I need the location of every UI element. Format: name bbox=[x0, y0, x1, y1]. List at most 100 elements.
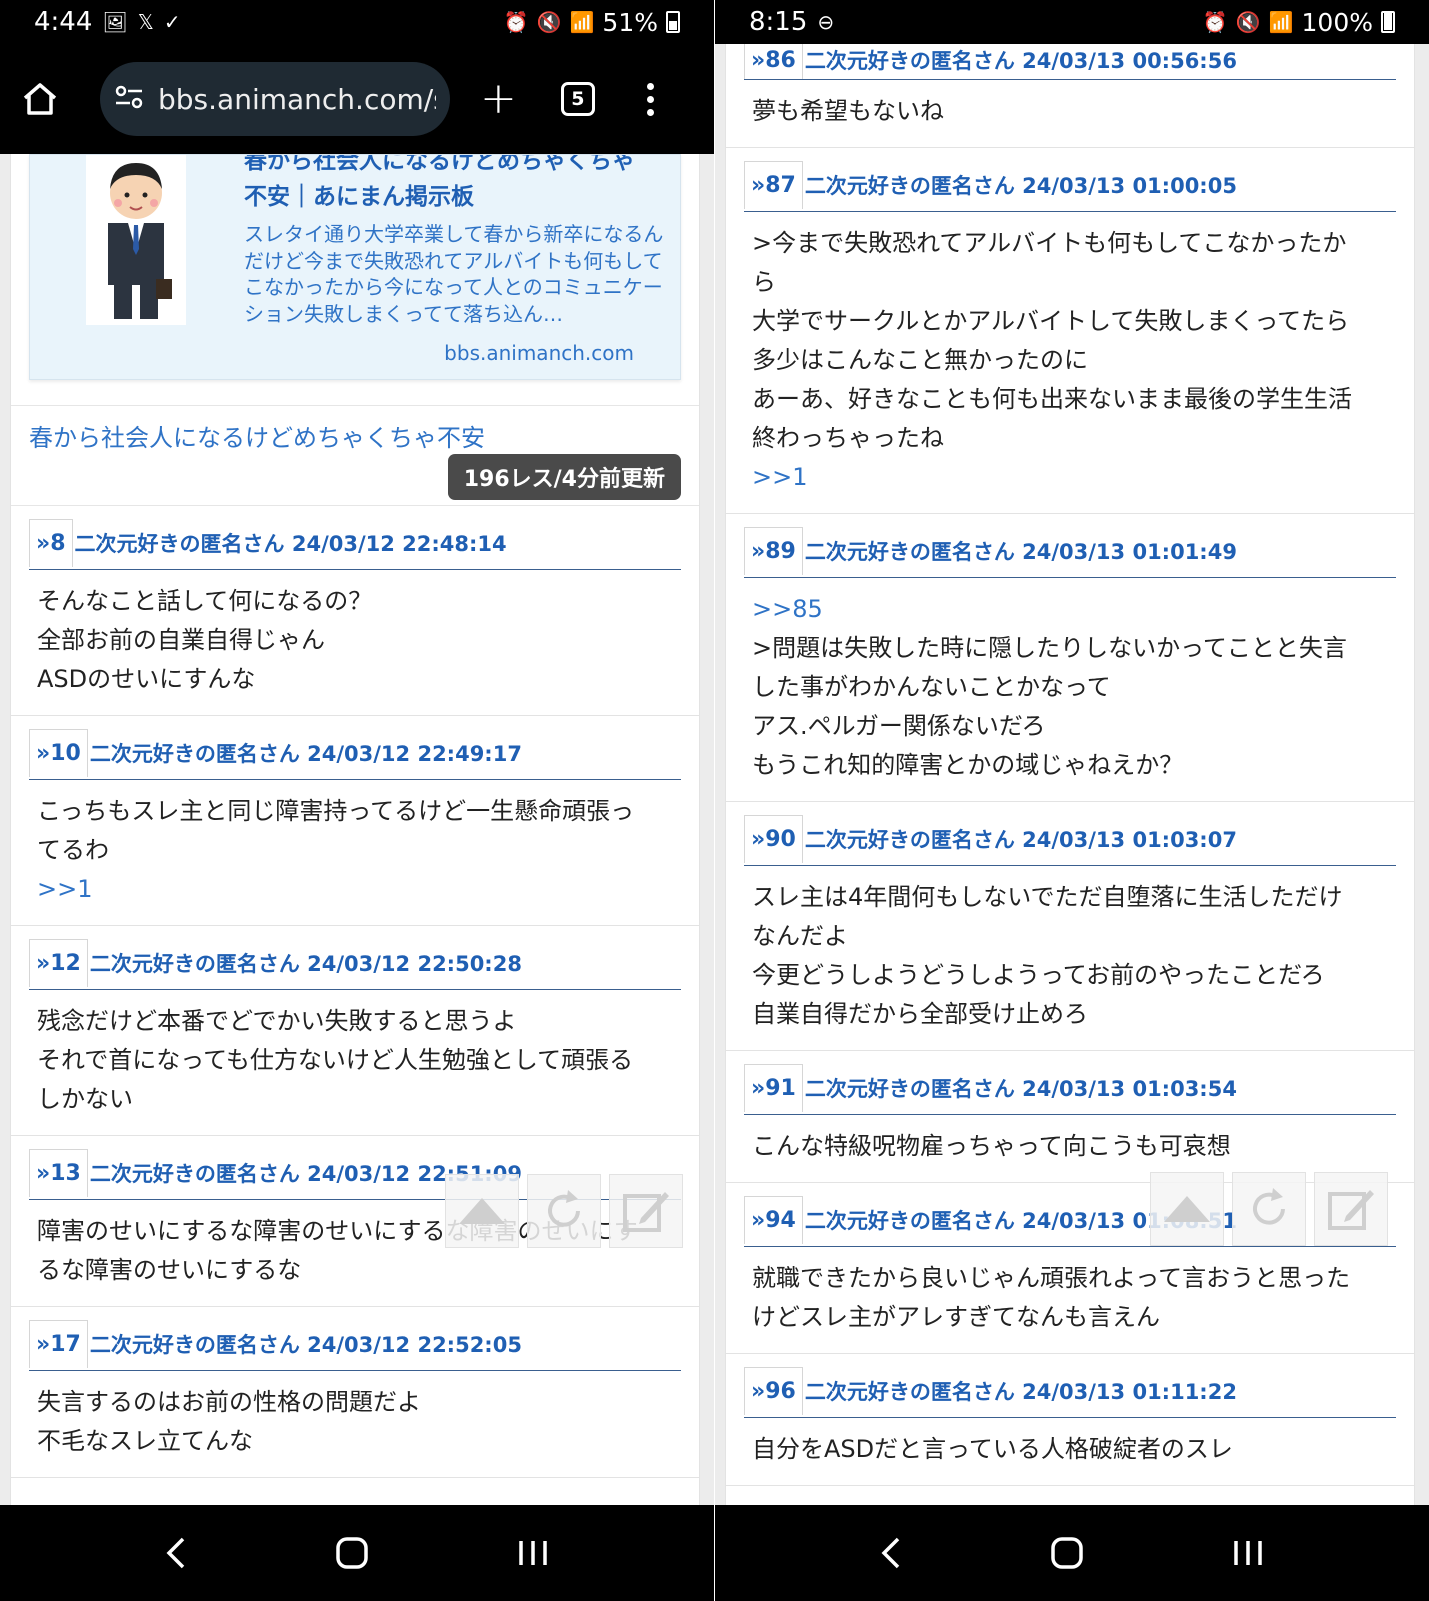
link-card-title[interactable]: 春から社会人になるけどめちゃくちゃ 不安｜あにまん掲示板 bbox=[244, 155, 670, 215]
post-body: スレ主は4年間何もしないでただ自堕落に生活しただけ なんだよ 今更どうしようどうしよ… bbox=[744, 866, 1396, 1036]
reload-button[interactable] bbox=[1232, 1172, 1306, 1246]
post-text-line: 夢も希望もないね bbox=[752, 97, 944, 125]
home-nav-icon[interactable] bbox=[1047, 1533, 1087, 1573]
post-header: »86 二次元好きの匿名さん 24/03/13 00:56:56 bbox=[744, 44, 1396, 80]
back-icon[interactable] bbox=[161, 1533, 191, 1573]
status-bar: 4:44 🖼 𝕏 ✓ ⏰ 🔇 📶 51% bbox=[0, 0, 714, 44]
mute-icon: 🔇 bbox=[536, 10, 562, 34]
status-time: 8:15 bbox=[749, 7, 808, 37]
alarm-icon: ⏰ bbox=[1202, 10, 1228, 34]
post-text-line: 残念だけど本番でどでかい失敗すると思うよ bbox=[37, 1007, 517, 1035]
post-text-line: 自分をASDだと言っている人格破綻者のスレ bbox=[752, 1435, 1233, 1463]
reload-icon bbox=[548, 1190, 580, 1227]
edit-icon bbox=[1328, 1190, 1374, 1230]
post-text-line: 全部お前の自業自得じゃん bbox=[37, 626, 325, 654]
post-text-line: それで首になっても仕方ないけど人生勉強として頑張る bbox=[37, 1046, 634, 1074]
post-author-date: 二次元好きの匿名さん 24/03/12 22:48:14 bbox=[74, 531, 507, 556]
post-number-link[interactable]: »8 bbox=[29, 518, 73, 567]
status-bar: 8:15 ⊖ ⏰ 🔇 📶 100% bbox=[715, 0, 1429, 44]
compose-button[interactable] bbox=[1314, 1172, 1388, 1246]
post: »87 二次元好きの匿名さん 24/03/13 01:00:05 >今まで失敗恐れて… bbox=[726, 148, 1414, 514]
post-author-date: 二次元好きの匿名さん 24/03/13 01:03:54 bbox=[804, 1076, 1237, 1101]
android-nav-bar bbox=[0, 1505, 714, 1601]
post-number-link[interactable]: »89 bbox=[744, 526, 803, 575]
post-text-line: あーあ、好きなことも何も出来ないまま最後の学生生活 bbox=[752, 385, 1352, 413]
post-author-date: 二次元好きの匿名さん 24/03/12 22:50:28 bbox=[89, 951, 522, 976]
post-author-date: 二次元好きの匿名さん 24/03/13 01:11:22 bbox=[804, 1379, 1237, 1404]
post-body: そんなこと話して何になるの？ 全部お前の自業自得じゃん ASDのせいにすんな bbox=[29, 570, 681, 701]
scroll-top-button[interactable] bbox=[1150, 1172, 1224, 1246]
post-number-link[interactable]: »87 bbox=[744, 160, 803, 209]
post-text-line: 就職できたから良いじゃん頑張れよって言おうと思った bbox=[752, 1264, 1351, 1292]
link-card-description: スレタイ通り大学卒業して春から新卒になるんだけど今まで失敗恐れてアルバイトも何も… bbox=[244, 222, 664, 326]
thread-title-link[interactable]: 春から社会人になるけどめちゃくちゃ不安 bbox=[29, 418, 485, 453]
address-bar[interactable]: bbs.animanch.com/s bbox=[100, 62, 450, 136]
post-text-line: ら bbox=[752, 268, 776, 296]
url-text[interactable]: bbs.animanch.com/s bbox=[158, 83, 436, 116]
post-list: »8 二次元好きの匿名さん 24/03/12 22:48:14 そんなこと話して何に… bbox=[11, 506, 699, 1478]
post-body: 就職できたから良いじゃん頑張れよって言おうと思った けどスレ主がアレすぎてなんも言… bbox=[744, 1247, 1396, 1339]
post-text-line: 失言するのはお前の性格の問題だよ bbox=[37, 1388, 421, 1416]
post-author-date: 二次元好きの匿名さん 24/03/12 22:52:05 bbox=[89, 1332, 522, 1357]
post-text-line: 大学でサークルとかアルバイトして失敗しまくってたら bbox=[752, 307, 1350, 335]
reply-anchor-link[interactable]: >>85 bbox=[752, 590, 1388, 629]
post-number-link[interactable]: »13 bbox=[29, 1148, 88, 1197]
link-card-domain: bbs.animanch.com bbox=[444, 341, 634, 365]
reload-icon bbox=[1253, 1188, 1285, 1225]
post-text-line: 不毛なスレ立てんな bbox=[37, 1427, 253, 1455]
post-body: 夢も希望もないね bbox=[744, 80, 1396, 133]
post-text-line: ASDのせいにすんな bbox=[37, 665, 256, 693]
scroll-top-button[interactable] bbox=[445, 1174, 519, 1248]
post-number-link[interactable]: »96 bbox=[744, 1366, 803, 1415]
post-number-link[interactable]: »86 bbox=[744, 44, 803, 79]
post-number-link[interactable]: »94 bbox=[744, 1195, 803, 1244]
post: »94 二次元好きの匿名さん 24/03/13 01:08:51 就職できたから良い… bbox=[726, 1183, 1414, 1354]
post-number-link[interactable]: »10 bbox=[29, 728, 88, 777]
more-menu-icon[interactable] bbox=[646, 82, 654, 116]
recents-icon[interactable] bbox=[513, 1533, 553, 1573]
arrow-up-icon bbox=[459, 1198, 505, 1224]
tab-switcher-button[interactable]: 5 bbox=[560, 82, 595, 116]
post-header: »96 二次元好きの匿名さん 24/03/13 01:11:22 bbox=[744, 1366, 1396, 1418]
post-text-line: こんな特級呪物雇っちゃって向こうも可哀想 bbox=[752, 1132, 1231, 1160]
businessman-thumbnail bbox=[86, 155, 186, 325]
home-nav-icon[interactable] bbox=[332, 1533, 372, 1573]
status-time: 4:44 bbox=[34, 7, 93, 37]
back-icon[interactable] bbox=[876, 1533, 906, 1573]
post-text-line: もうこれ知的障害とかの域じゃねえか？ bbox=[752, 751, 1184, 779]
post-text-line: 多少はこんなこと無かったのに bbox=[752, 346, 1088, 374]
post-number-link[interactable]: »17 bbox=[29, 1319, 88, 1368]
compose-button[interactable] bbox=[609, 1174, 683, 1248]
post-author-date: 二次元好きの匿名さん 24/03/13 00:56:56 bbox=[804, 48, 1237, 73]
post: »91 二次元好きの匿名さん 24/03/13 01:03:54 こんな特級呪物雇っ… bbox=[726, 1051, 1414, 1183]
post: »12 二次元好きの匿名さん 24/03/12 22:50:28 残念だけど本番でど… bbox=[11, 926, 699, 1136]
post-text-line: スレ主は4年間何もしないでただ自堕落に生活しただけ bbox=[752, 883, 1343, 911]
post-body: 失言するのはお前の性格の問題だよ 不毛なスレ立てんな bbox=[29, 1371, 681, 1463]
post-number-link[interactable]: »90 bbox=[744, 814, 803, 863]
post: »89 二次元好きの匿名さん 24/03/13 01:01:49 >>85 >問題は失… bbox=[726, 514, 1414, 802]
gallery-icon: 🖼 bbox=[102, 10, 128, 34]
link-card[interactable]: 春から社会人になるけどめちゃくちゃ 不安｜あにまん掲示板 スレタイ通り大学卒業し… bbox=[11, 154, 699, 406]
battery-icon bbox=[1381, 11, 1395, 33]
home-icon[interactable] bbox=[20, 79, 60, 119]
post-number-link[interactable]: »12 bbox=[29, 938, 88, 987]
alarm-icon: ⏰ bbox=[503, 10, 529, 34]
post-text-line: >問題は失敗した時に隠したりしないかってことと失言 bbox=[752, 634, 1347, 662]
thread-header: 春から社会人になるけどめちゃくちゃ不安 196レス/4分前更新 bbox=[11, 406, 699, 506]
recents-icon[interactable] bbox=[1228, 1533, 1268, 1573]
post-body: 残念だけど本番でどでかい失敗すると思うよそれで首になっても仕方ないけど人生勉強と… bbox=[29, 990, 681, 1121]
reply-count-badge: 196レス/4分前更新 bbox=[447, 454, 681, 500]
post-text-line: しかない bbox=[37, 1085, 133, 1113]
reload-button[interactable] bbox=[527, 1174, 601, 1248]
post-body: >今まで失敗恐れてアルバイトも何もしてこなかったから大学でサークルとかアルバイト… bbox=[744, 212, 1396, 499]
reply-anchor-link[interactable]: >>1 bbox=[752, 458, 1388, 497]
post-author-date: 二次元好きの匿名さん 24/03/12 22:49:17 bbox=[89, 741, 522, 766]
site-settings-icon[interactable] bbox=[114, 84, 144, 114]
post-header: »17 二次元好きの匿名さん 24/03/12 22:52:05 bbox=[29, 1319, 681, 1371]
post-body: 自分をASDだと言っている人格破綻者のスレ bbox=[744, 1418, 1396, 1471]
post-number-link[interactable]: »91 bbox=[744, 1063, 803, 1112]
wifi-icon: 📶 bbox=[1268, 10, 1294, 34]
new-tab-icon[interactable]: + bbox=[480, 77, 517, 121]
reply-anchor-link[interactable]: >>1 bbox=[37, 870, 673, 909]
post-text-line: アス.ペルガー関係ないだろ bbox=[752, 712, 1046, 740]
